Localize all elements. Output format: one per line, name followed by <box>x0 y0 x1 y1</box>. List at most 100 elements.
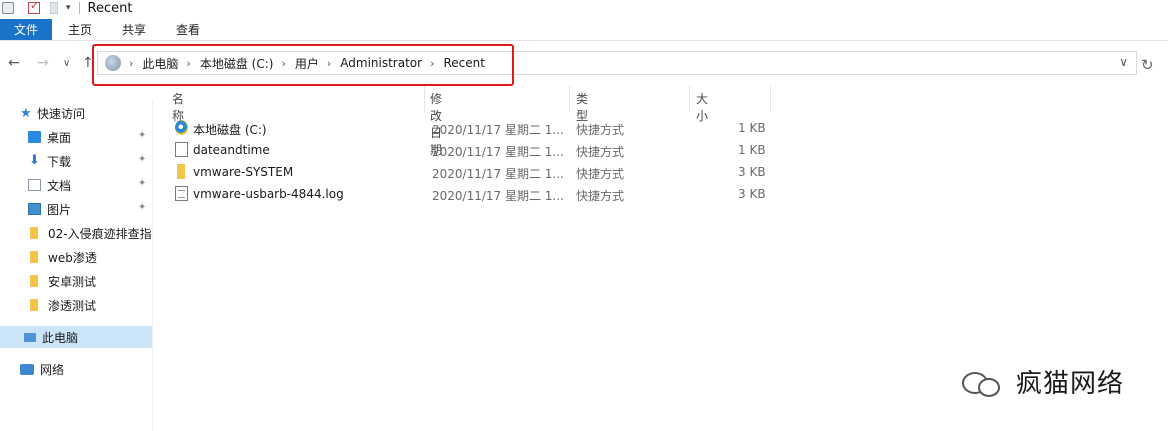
tab-home[interactable]: 主页 <box>54 19 106 40</box>
file-type: 快捷方式 <box>576 167 625 181</box>
sidebar-item-label: 02-入侵痕迹排查指 <box>48 226 152 241</box>
sidebar-item-downloads[interactable]: ⬇ 下载 ✦ <box>0 150 152 172</box>
tab-view[interactable]: 查看 <box>162 19 214 40</box>
navigation-bar: ← → ∨ ↑ › 此电脑 › 本地磁盘 (C:) › 用户 › Adminis… <box>0 47 1168 79</box>
file-name: 本地磁盘 (C:) <box>193 123 267 137</box>
sidebar-item-network[interactable]: 网络 <box>0 358 152 380</box>
refresh-icon[interactable]: ↻ <box>1141 56 1154 74</box>
file-date: 2020/11/17 星期二 1... <box>432 123 564 137</box>
file-row[interactable]: vmware-SYSTEM 2020/11/17 星期二 1... 快捷方式 3… <box>166 161 786 183</box>
breadcrumb-administrator[interactable]: Administrator <box>340 56 422 70</box>
blank-file-icon <box>175 142 188 157</box>
sidebar-item-label: 此电脑 <box>42 330 79 345</box>
file-row[interactable]: dateandtime 2020/11/17 星期二 1... 快捷方式 1 K… <box>166 139 786 161</box>
pin-icon: ✦ <box>138 130 147 141</box>
download-icon: ⬇ <box>29 153 40 168</box>
sidebar-item-documents[interactable]: 文档 ✦ <box>0 174 152 196</box>
sidebar-item-pictures[interactable]: 图片 ✦ <box>0 198 152 220</box>
pin-icon: ✦ <box>138 178 147 189</box>
breadcrumb-local-disk[interactable]: 本地磁盘 (C:) <box>200 55 274 72</box>
properties-icon[interactable] <box>28 0 40 14</box>
column-divider[interactable] <box>424 86 425 112</box>
network-icon <box>20 363 34 375</box>
navigation-pane: ★ 快速访问 桌面 ✦ ⬇ 下载 ✦ 文档 ✦ 图片 ✦ 02-入侵痕迹排查指 … <box>0 100 153 431</box>
sidebar-item-desktop[interactable]: 桌面 ✦ <box>0 126 152 148</box>
file-size: 1 KB <box>738 143 766 157</box>
watermark-text: 疯猫网络 <box>1016 369 1125 399</box>
chevron-right-icon[interactable]: › <box>430 57 434 70</box>
file-date: 2020/11/17 星期二 1... <box>432 145 564 159</box>
title-bar: ▾ Recent <box>0 0 1168 16</box>
column-divider[interactable] <box>569 86 570 112</box>
forward-arrow-icon[interactable]: → <box>37 55 49 71</box>
file-size: 3 KB <box>738 187 766 201</box>
tab-share[interactable]: 共享 <box>108 19 160 40</box>
sidebar-item-label: 桌面 <box>47 130 72 145</box>
sidebar-item-quick-access[interactable]: ★ 快速访问 <box>0 102 152 124</box>
sidebar-item-folder-web[interactable]: web渗透 <box>0 246 152 268</box>
folder-icon <box>30 299 38 311</box>
file-size: 3 KB <box>738 165 766 179</box>
up-arrow-icon[interactable]: ↑ <box>82 55 94 71</box>
window-title: Recent <box>87 0 133 16</box>
file-name: dateandtime <box>193 143 270 157</box>
breadcrumb-recent[interactable]: Recent <box>443 56 484 70</box>
column-divider[interactable] <box>689 86 690 112</box>
tab-file[interactable]: 文件 <box>0 19 52 40</box>
file-type: 快捷方式 <box>576 145 625 159</box>
sidebar-item-folder-intrusion[interactable]: 02-入侵痕迹排查指 <box>0 222 152 244</box>
picture-icon <box>28 203 41 215</box>
file-date: 2020/11/17 星期二 1... <box>432 189 564 203</box>
breadcrumb-users[interactable]: 用户 <box>295 55 319 72</box>
chevron-right-icon[interactable]: › <box>129 57 133 70</box>
chevron-right-icon[interactable]: › <box>281 57 285 70</box>
star-icon: ★ <box>20 105 32 121</box>
sidebar-item-label: 网络 <box>40 362 65 377</box>
ribbon-tabs: 文件 主页 共享 查看 <box>0 19 1168 41</box>
window-icon[interactable] <box>2 2 14 14</box>
sidebar-item-folder-android[interactable]: 安卓测试 <box>0 270 152 292</box>
chevron-right-icon[interactable]: › <box>186 57 190 70</box>
column-divider[interactable] <box>770 86 771 112</box>
sidebar-item-label: 图片 <box>47 202 72 217</box>
sidebar-item-label: 下载 <box>47 154 72 169</box>
file-name: vmware-usbarb-4844.log <box>193 187 344 201</box>
back-arrow-icon[interactable]: ← <box>8 55 20 71</box>
sidebar-item-label: 渗透测试 <box>48 298 97 313</box>
wechat-logo-icon <box>958 364 1008 400</box>
title-divider <box>78 2 80 14</box>
sidebar-item-this-pc[interactable]: 此电脑 <box>0 326 152 348</box>
file-date: 2020/11/17 星期二 1... <box>432 167 564 181</box>
file-type: 快捷方式 <box>576 123 625 137</box>
pin-icon: ✦ <box>138 154 147 165</box>
ie-shortcut-icon <box>175 120 188 135</box>
location-icon <box>105 55 121 71</box>
folder-icon <box>30 251 38 263</box>
computer-icon <box>24 332 36 342</box>
file-size: 1 KB <box>738 121 766 135</box>
sidebar-item-label: 安卓测试 <box>48 274 97 289</box>
watermark: 疯猫网络 <box>958 363 1124 400</box>
sidebar-item-label: 文档 <box>47 178 72 193</box>
file-name: vmware-SYSTEM <box>193 165 294 179</box>
log-file-icon <box>175 186 188 201</box>
file-row[interactable]: vmware-usbarb-4844.log 2020/11/17 星期二 1.… <box>166 183 786 205</box>
folder-icon <box>30 275 38 287</box>
address-bar[interactable]: › 此电脑 › 本地磁盘 (C:) › 用户 › Administrator ›… <box>97 51 1137 75</box>
desktop-icon <box>28 131 41 143</box>
pin-icon: ✦ <box>138 202 147 213</box>
new-folder-icon[interactable] <box>50 2 58 14</box>
document-icon <box>28 179 41 191</box>
breadcrumb-this-pc[interactable]: 此电脑 <box>142 55 178 72</box>
sidebar-item-label: web渗透 <box>48 250 97 265</box>
sidebar-item-folder-pentest[interactable]: 渗透测试 <box>0 294 152 316</box>
sidebar-item-label: 快速访问 <box>37 106 86 121</box>
customize-toolbar-arrow-icon[interactable]: ▾ <box>66 3 71 13</box>
folder-icon <box>177 164 185 179</box>
address-dropdown-icon[interactable]: ∨ <box>1119 55 1128 69</box>
recent-locations-chevron-icon[interactable]: ∨ <box>63 58 70 69</box>
chevron-right-icon[interactable]: › <box>327 57 331 70</box>
file-type: 快捷方式 <box>576 189 625 203</box>
folder-icon <box>30 227 38 239</box>
file-row[interactable]: 本地磁盘 (C:) 2020/11/17 星期二 1... 快捷方式 1 KB <box>166 117 786 139</box>
